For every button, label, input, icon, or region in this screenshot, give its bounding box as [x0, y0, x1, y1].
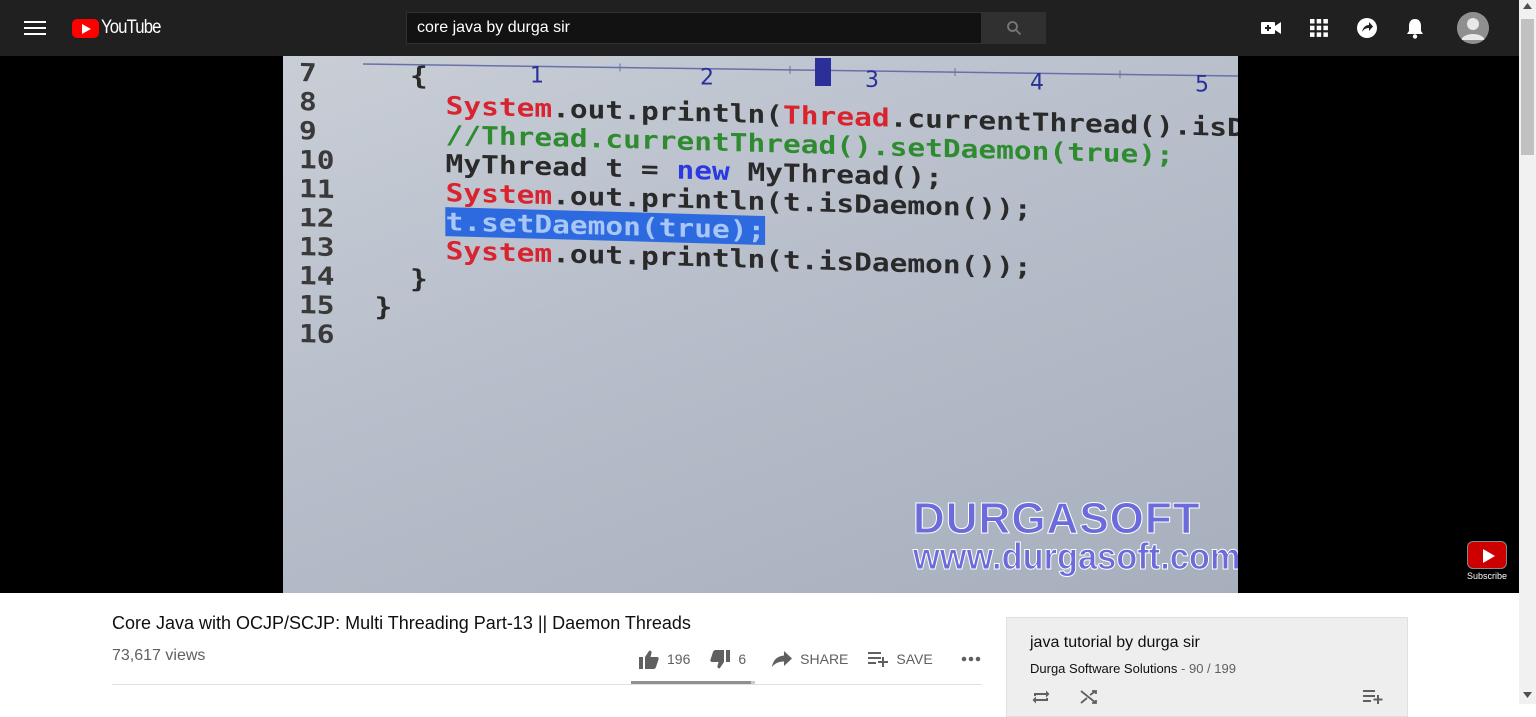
notifications-button[interactable]	[1403, 16, 1427, 40]
code-token: System	[445, 236, 553, 269]
video-actions: 196 6 SHARE SAVE	[630, 645, 1009, 673]
line-number: 10	[299, 145, 335, 175]
playlist-add-icon	[868, 652, 889, 667]
line-number: 7	[299, 58, 317, 88]
video-player[interactable]: 12345 7 {8 System.out.println(Thread.cur…	[0, 56, 1519, 593]
apps-button[interactable]	[1307, 16, 1331, 40]
thumbs-down-icon	[710, 649, 731, 668]
video-camera-icon	[1261, 22, 1281, 34]
view-count: 73,617 views	[112, 647, 206, 664]
subscribe-watermark-label: Subscribe	[1466, 571, 1508, 581]
apps-grid-icon	[1310, 19, 1328, 37]
user-avatar-icon	[1457, 12, 1489, 44]
code-token: System	[445, 178, 553, 211]
line-number: 8	[299, 87, 317, 117]
code-editor-text: 7 {8 System.out.println(Thread.currentTh…	[299, 58, 1238, 374]
line-number: 13	[299, 232, 335, 262]
line-number: 16	[299, 319, 335, 349]
search-button[interactable]	[981, 12, 1046, 44]
save-button[interactable]: SAVE	[868, 651, 933, 667]
youtube-logo[interactable]: YouTube	[72, 17, 169, 39]
logo-text: YouTube	[101, 17, 161, 38]
shuffle-icon[interactable]	[1080, 690, 1098, 704]
line-number: 11	[299, 174, 335, 204]
code-token: }	[374, 263, 428, 294]
line-number: 12	[299, 203, 335, 233]
scroll-up-icon[interactable]	[1523, 3, 1532, 9]
dislike-count: 6	[738, 651, 747, 667]
scrollbar-thumb[interactable]	[1521, 19, 1534, 155]
playlist-channel[interactable]: Durga Software Solutions	[1030, 661, 1177, 676]
avatar[interactable]	[1457, 12, 1489, 44]
video-frame: 12345 7 {8 System.out.println(Thread.cur…	[283, 56, 1238, 593]
divider	[112, 684, 982, 685]
save-label: SAVE	[896, 651, 933, 667]
playlist-panel: java tutorial by durga sir Durga Softwar…	[1006, 617, 1408, 717]
watermark-url: www.durgasoft.com	[913, 536, 1238, 578]
play-logo-icon	[72, 18, 99, 38]
share-label: SHARE	[800, 651, 849, 667]
messages-button[interactable]	[1355, 16, 1379, 40]
line-number: 15	[299, 290, 335, 320]
video-title: Core Java with OCJP/SCJP: Multi Threadin…	[112, 613, 691, 633]
subscribe-watermark[interactable]: Subscribe	[1466, 541, 1508, 581]
youtube-play-icon	[1467, 541, 1507, 569]
more-actions-button[interactable]	[961, 656, 989, 662]
share-arrow-icon	[772, 651, 793, 667]
like-button[interactable]: 196	[639, 650, 690, 669]
playlist-add-icon[interactable]	[1363, 690, 1383, 704]
line-number: 14	[299, 261, 335, 291]
search-icon	[1006, 21, 1021, 36]
code-token: new	[676, 155, 730, 187]
playlist-position: - 90 / 199	[1177, 661, 1236, 676]
playlist-meta: Durga Software Solutions - 90 / 199	[1030, 661, 1384, 676]
code-token: {	[374, 60, 428, 91]
code-token: Thread	[783, 100, 890, 133]
bell-icon	[1407, 18, 1423, 39]
thumbs-up-icon	[639, 650, 659, 669]
like-count: 196	[667, 651, 691, 667]
code-token: System	[445, 91, 553, 124]
code-token: }	[374, 292, 393, 322]
menu-icon[interactable]	[24, 18, 46, 38]
masthead: YouTube core java by durga sir	[0, 0, 1519, 56]
more-horizontal-icon	[961, 656, 981, 662]
dislike-button[interactable]: 6	[710, 649, 747, 669]
loop-icon[interactable]	[1031, 690, 1051, 704]
create-video-button[interactable]	[1259, 16, 1283, 40]
share-arrow-bubble-icon	[1357, 18, 1377, 38]
line-number: 9	[299, 116, 317, 146]
scroll-down-icon[interactable]	[1523, 692, 1532, 698]
search-input[interactable]: core java by durga sir	[406, 12, 982, 44]
share-button[interactable]: SHARE	[772, 651, 848, 667]
playlist-title[interactable]: java tutorial by durga sir	[1030, 634, 1384, 652]
